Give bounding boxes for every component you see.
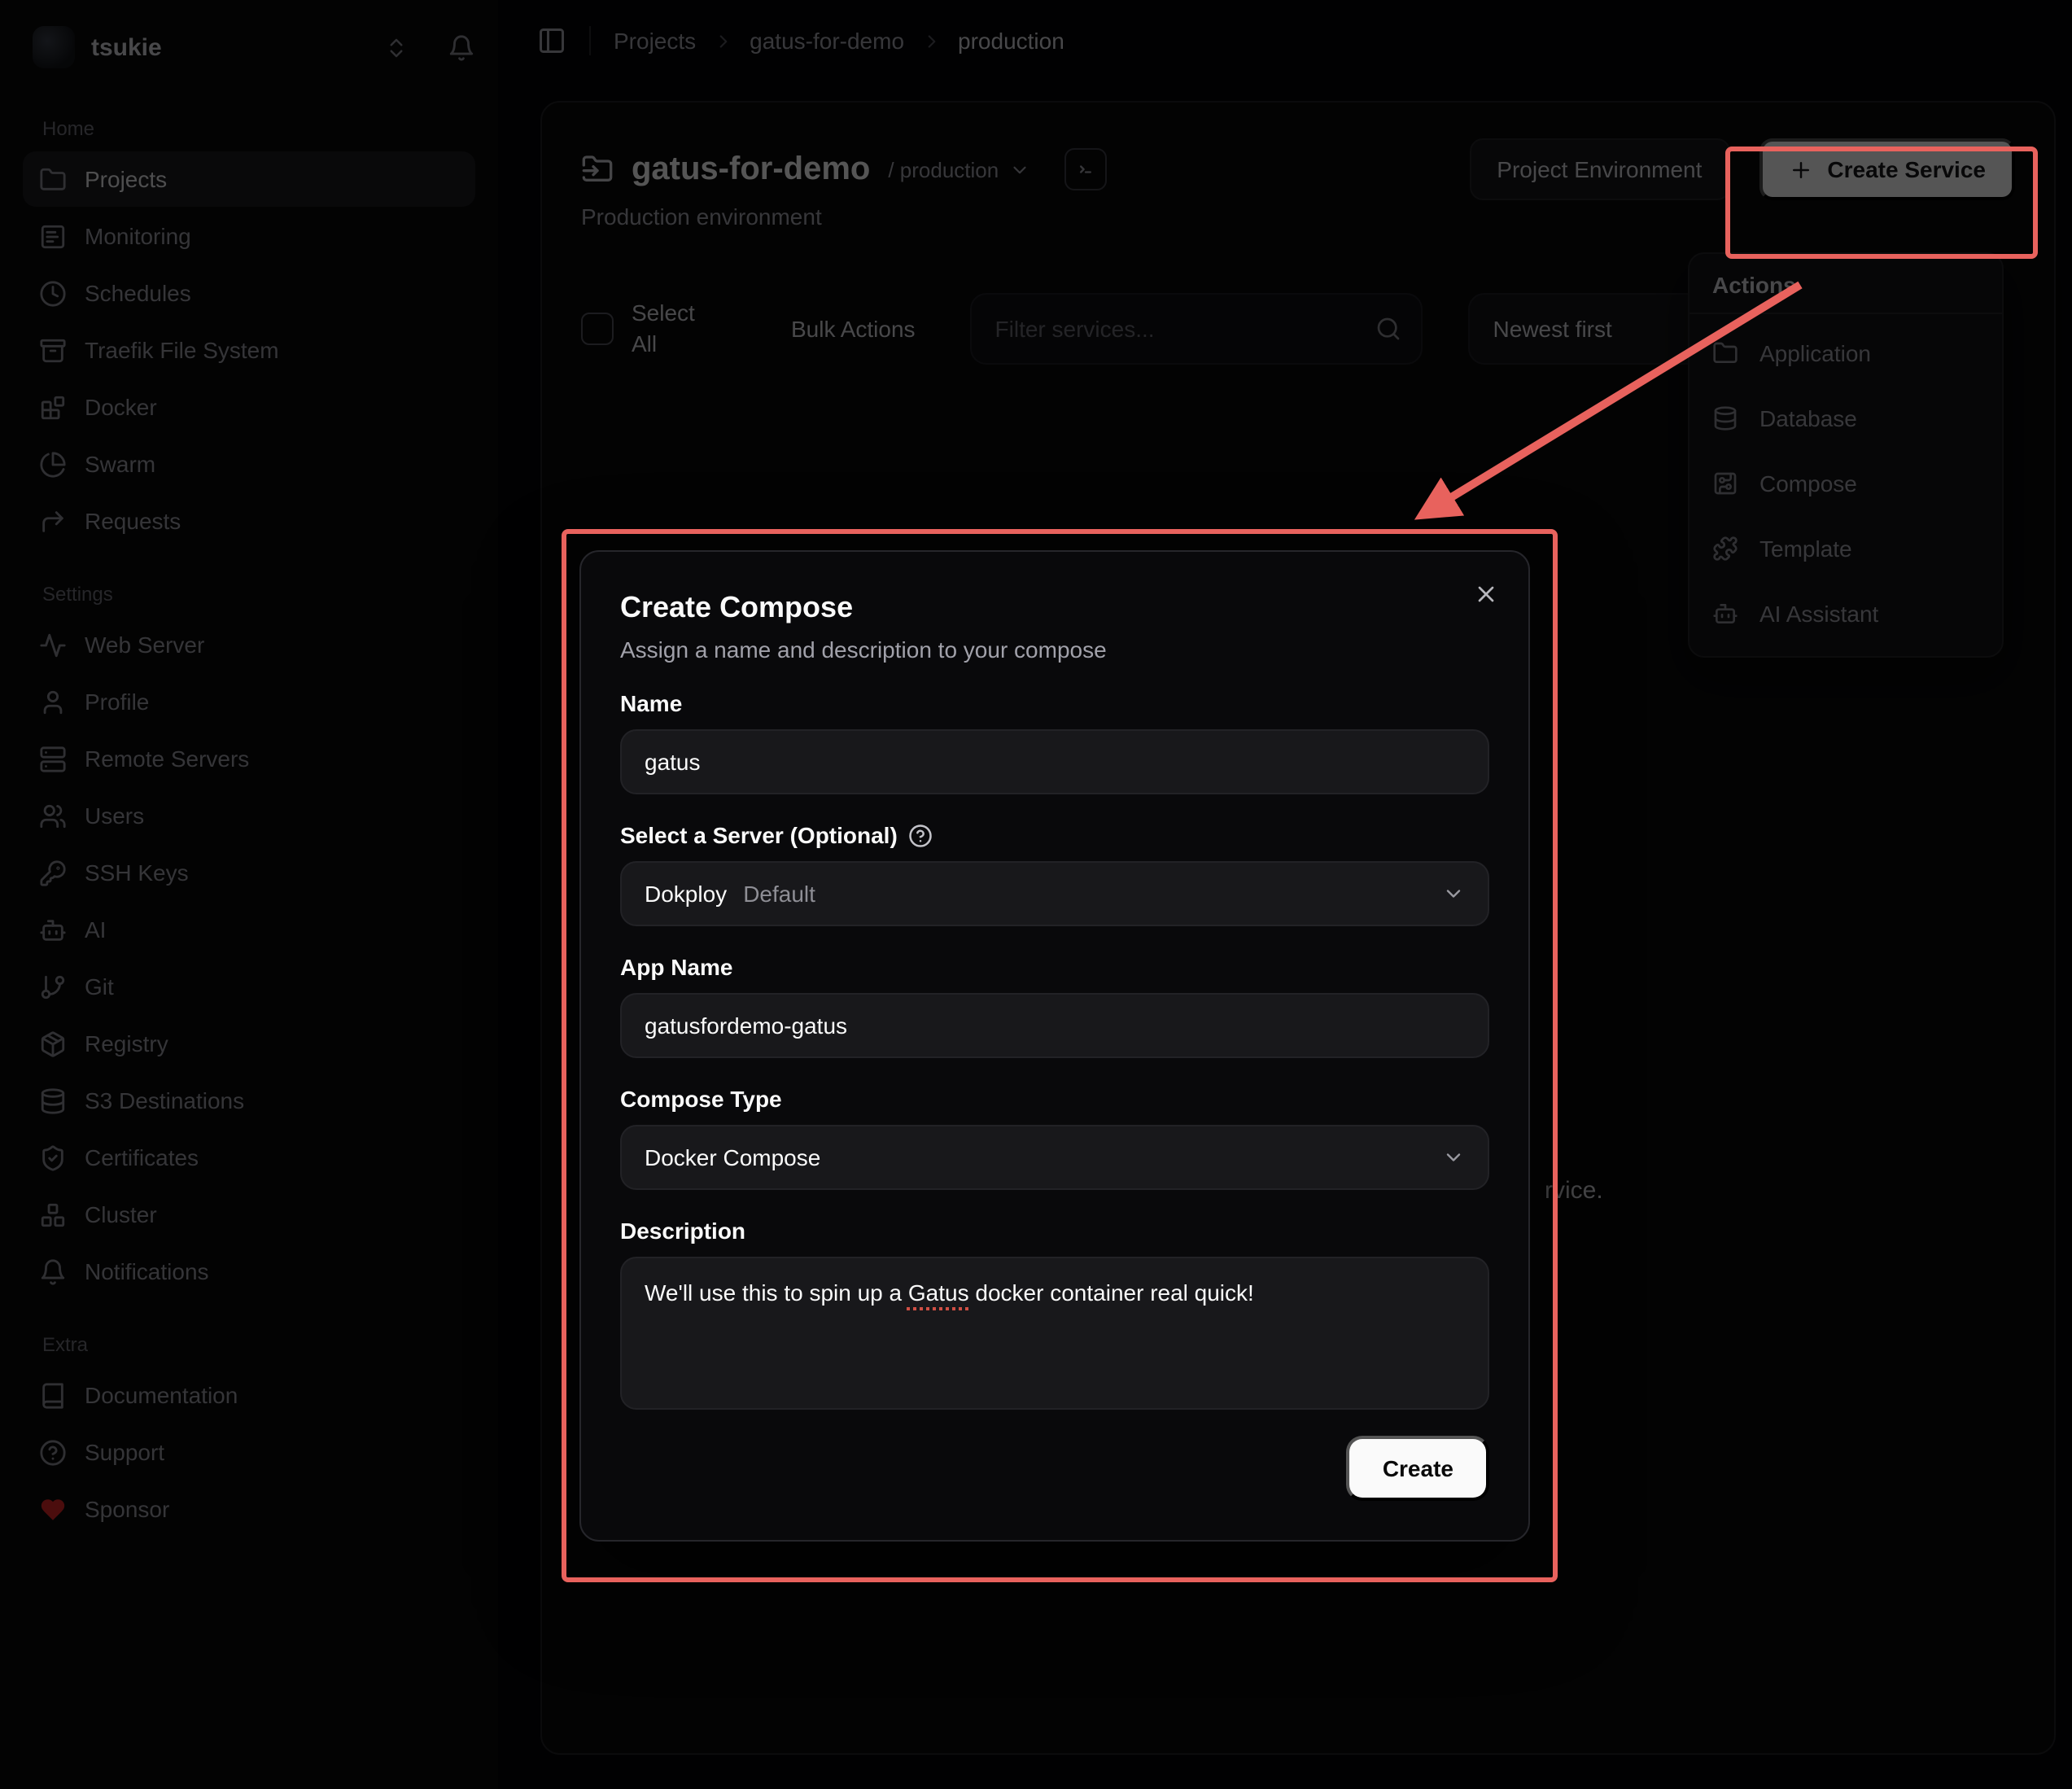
annotation-box-modal — [562, 529, 1558, 1582]
annotation-box-create-service — [1725, 147, 2038, 259]
